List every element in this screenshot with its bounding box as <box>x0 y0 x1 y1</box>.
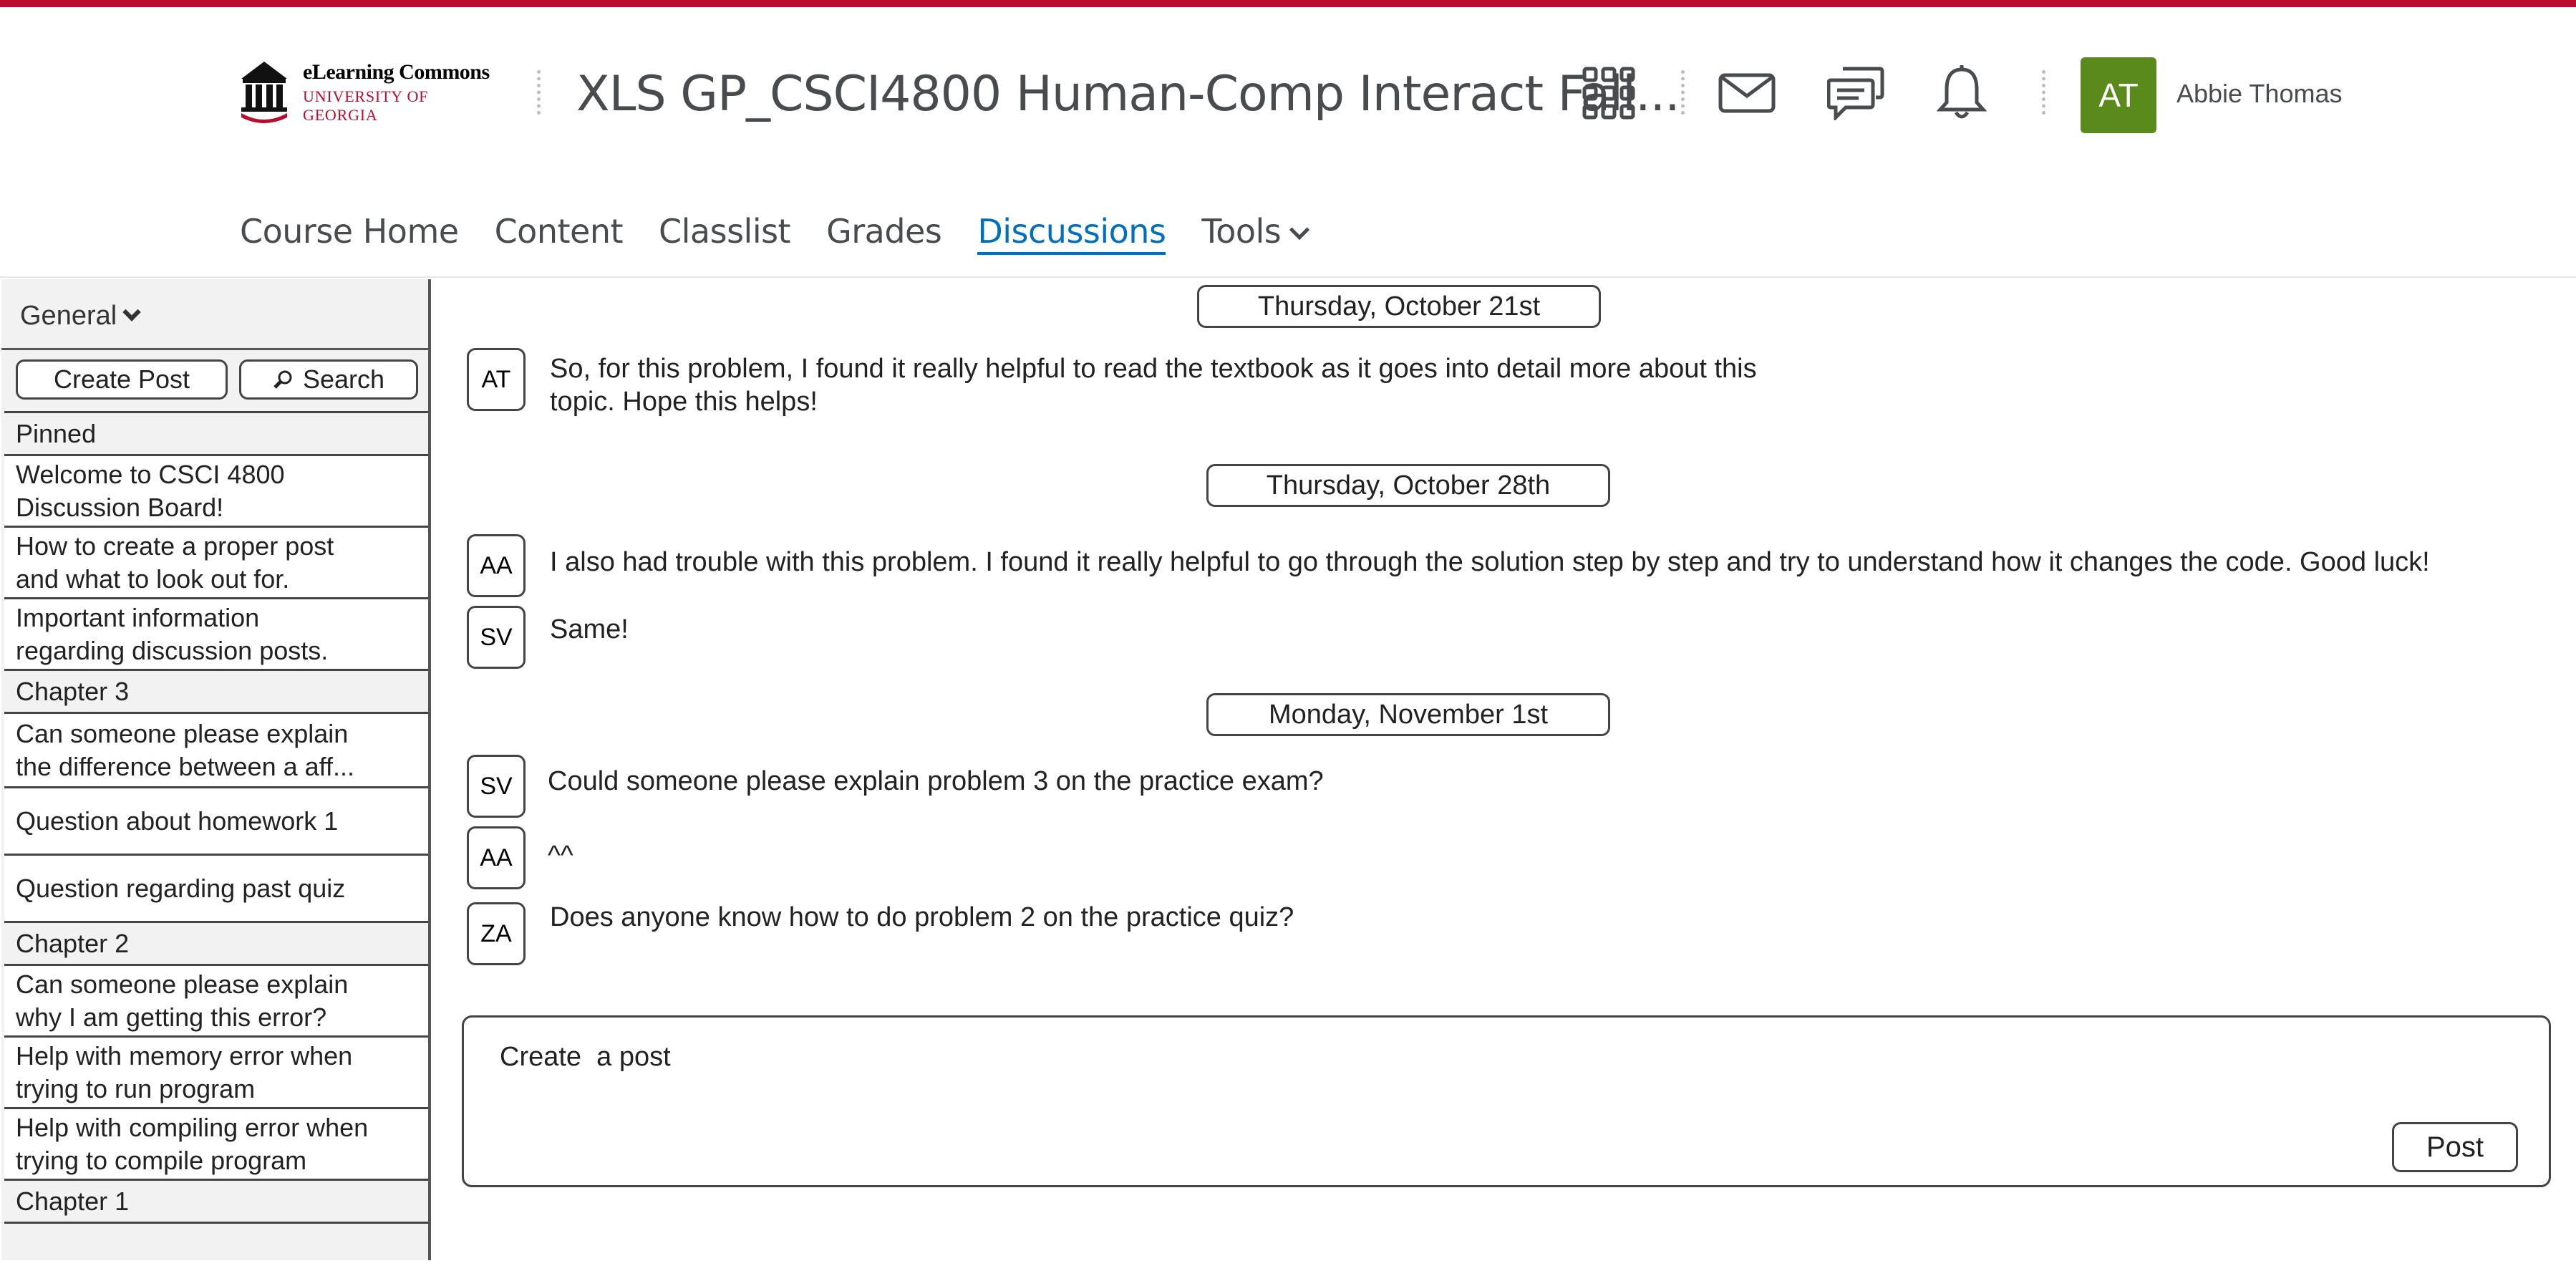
author-initials[interactable]: ZA <box>467 902 526 965</box>
topic-title: Can someone please explain why I am gett… <box>16 969 349 1032</box>
logo-line2: UNIVERSITY OF GEORGIA <box>303 87 429 124</box>
header-divider <box>537 70 541 115</box>
message-text: Could someone please explain problem 3 o… <box>548 766 1324 796</box>
header-divider <box>2042 70 2045 115</box>
section-label: Chapter 1 <box>16 1186 130 1216</box>
nav-tools-label: Tools <box>1201 212 1282 251</box>
topic-title: Question about homework 1 <box>16 806 339 836</box>
topic-title: Question regarding past quiz <box>16 873 346 903</box>
nav-content[interactable]: Content <box>495 212 624 255</box>
post-input[interactable] <box>500 1032 2361 1082</box>
logo-line1: eLearning Commons <box>303 60 490 84</box>
topic-list-item[interactable]: How to create a proper post and what to … <box>4 528 428 599</box>
topic-title: How to create a proper post and what to … <box>16 531 334 594</box>
section-label: Chapter 3 <box>16 676 130 706</box>
topic-title: Important information regarding discussi… <box>16 602 329 665</box>
search-button[interactable]: Search <box>239 359 418 400</box>
chat-icon[interactable] <box>1826 63 1886 123</box>
top-accent-bar <box>0 0 2576 7</box>
topic-section-header: Chapter 1 <box>4 1181 428 1224</box>
topic-list: Pinned Welcome to CSCI 4800 Discussion Bo… <box>4 411 428 1224</box>
section-label: Pinned <box>16 418 97 448</box>
topic-filter-dropdown[interactable]: General <box>20 301 141 332</box>
uga-arch-logo-icon <box>241 62 287 123</box>
message-text: So, for this problem, I found it really … <box>550 354 1757 417</box>
divider <box>1 348 428 350</box>
author-initials[interactable]: SV <box>467 606 526 669</box>
topic-section-header: Pinned <box>4 413 428 456</box>
topic-list-item[interactable]: Help with memory error when trying to ru… <box>4 1038 428 1109</box>
topic-list-item[interactable]: Can someone please explain the differenc… <box>4 714 428 788</box>
topic-section-header: Chapter 3 <box>4 671 428 714</box>
date-divider: Monday, November 1st <box>1206 693 1610 736</box>
topic-list-item[interactable]: Important information regarding discussi… <box>4 599 428 671</box>
post-composer: Post <box>462 1015 2551 1187</box>
search-icon <box>273 370 292 389</box>
topic-list-item[interactable]: Question about homework 1 <box>4 788 428 856</box>
chevron-down-icon <box>1289 219 1310 241</box>
nav-tools[interactable]: Tools <box>1201 212 1310 255</box>
topic-title: Can someone please explain the differenc… <box>16 718 355 781</box>
author-initials[interactable]: AA <box>467 826 526 889</box>
header: eLearning Commons UNIVERSITY OF GEORGIA … <box>0 7 2576 278</box>
course-title[interactable]: XLS GP_CSCI4800 Human-Comp Interact Fall… <box>576 66 1680 122</box>
author-initials[interactable]: SV <box>467 755 526 818</box>
topic-list-item[interactable]: Can someone please explain why I am gett… <box>4 966 428 1038</box>
message-text: ^^ <box>548 841 573 871</box>
nav-grades[interactable]: Grades <box>826 212 942 255</box>
create-post-button[interactable]: Create Post <box>16 359 228 400</box>
topic-title: Help with compiling error when trying to… <box>16 1112 369 1175</box>
topic-title: Help with memory error when trying to ru… <box>16 1040 353 1103</box>
date-divider: Thursday, October 21st <box>1197 285 1601 328</box>
author-initials[interactable]: AT <box>467 348 526 411</box>
header-divider <box>1681 70 1685 115</box>
discussion-sidebar: General Create Post Search Pinned Welcome… <box>1 279 431 1260</box>
topic-list-item[interactable]: Question regarding past quiz <box>4 856 428 923</box>
mail-icon[interactable] <box>1717 63 1777 123</box>
nav-course-home[interactable]: Course Home <box>240 212 459 255</box>
post-button[interactable]: Post <box>2392 1122 2518 1172</box>
message-text: I also had trouble with this problem. I … <box>550 547 2430 577</box>
nav-classlist[interactable]: Classlist <box>659 212 791 255</box>
author-initials[interactable]: AA <box>467 534 526 597</box>
message-text: Does anyone know how to do problem 2 on … <box>550 902 1294 932</box>
topic-section-header: Chapter 2 <box>4 923 428 966</box>
uga-elc-logo[interactable]: eLearning Commons UNIVERSITY OF GEORGIA <box>238 52 503 130</box>
topic-list-item[interactable]: Help with compiling error when trying to… <box>4 1109 428 1181</box>
search-label: Search <box>302 364 385 394</box>
topic-list-item[interactable]: Welcome to CSCI 4800 Discussion Board! <box>4 456 428 528</box>
course-nav: Course Home Content Classlist Grades Dis… <box>240 212 1342 255</box>
apps-grid-icon[interactable] <box>1579 63 1639 123</box>
section-label: Chapter 2 <box>16 928 130 958</box>
topic-title: Welcome to CSCI 4800 Discussion Board! <box>16 459 285 522</box>
nav-discussions[interactable]: Discussions <box>977 212 1166 255</box>
chevron-down-icon <box>122 303 141 322</box>
user-name[interactable]: Abbie Thomas <box>2176 79 2342 109</box>
user-avatar[interactable]: AT <box>2081 57 2156 133</box>
bell-icon[interactable] <box>1932 63 1992 123</box>
topic-filter-label: General <box>20 301 117 331</box>
date-divider: Thursday, October 28th <box>1206 464 1610 507</box>
message-text: Same! <box>550 614 629 644</box>
